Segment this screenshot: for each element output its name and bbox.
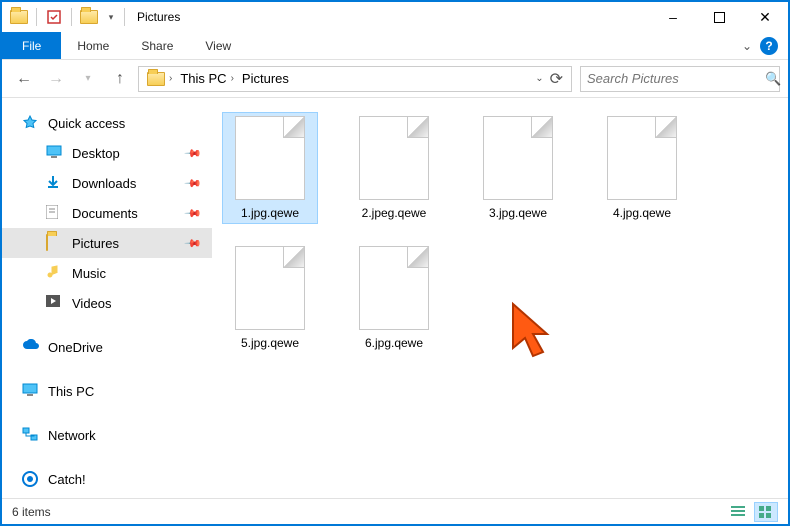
- sidebar-item-label: Downloads: [72, 176, 136, 191]
- help-icon[interactable]: ?: [760, 37, 778, 55]
- sidebar-item-documents[interactable]: Documents 📌: [2, 198, 212, 228]
- sidebar-item-label: Music: [72, 266, 106, 281]
- view-tab[interactable]: View: [189, 32, 247, 59]
- title-bar: ▾ Pictures – ✕: [2, 2, 788, 32]
- star-icon: [22, 115, 40, 131]
- folder-icon[interactable]: [80, 8, 98, 26]
- file-icon: [235, 246, 305, 330]
- folder-icon: [46, 265, 64, 281]
- sidebar-item-music[interactable]: Music: [2, 258, 212, 288]
- file-item[interactable]: 4.jpg.qewe: [594, 112, 690, 224]
- sidebar-item-label: This PC: [48, 384, 94, 399]
- home-tab[interactable]: Home: [61, 32, 125, 59]
- sidebar-item-label: Videos: [72, 296, 112, 311]
- sidebar-item-label: Documents: [72, 206, 138, 221]
- window-title: Pictures: [129, 10, 180, 24]
- sidebar-quickaccess[interactable]: Quick access: [2, 108, 212, 138]
- folder-icon: [147, 72, 165, 86]
- close-button[interactable]: ✕: [742, 2, 788, 32]
- file-item[interactable]: 6.jpg.qewe: [346, 242, 442, 354]
- folder-icon: [46, 295, 64, 311]
- folder-icon: [46, 145, 64, 161]
- folder-icon: [46, 175, 64, 191]
- sidebar-item-pictures[interactable]: Pictures 📌: [2, 228, 212, 258]
- address-bar: ← → ▾ ↑ › This PC › Pictures ⌄ ⟳ 🔍: [2, 60, 788, 98]
- refresh-icon[interactable]: ⟳: [550, 69, 563, 89]
- file-item[interactable]: 3.jpg.qewe: [470, 112, 566, 224]
- folder-icon: [46, 235, 64, 251]
- file-item[interactable]: 1.jpg.qewe: [222, 112, 318, 224]
- catch-icon: [22, 471, 40, 487]
- search-input[interactable]: [587, 71, 765, 86]
- qat-dropdown-icon[interactable]: ▾: [102, 8, 120, 26]
- search-icon[interactable]: 🔍: [765, 71, 781, 87]
- file-icon: [235, 116, 305, 200]
- icons-view-button[interactable]: [754, 502, 778, 522]
- file-name: 4.jpg.qewe: [613, 206, 671, 220]
- ribbon-expand-icon[interactable]: ⌄: [742, 39, 752, 53]
- separator: [71, 8, 72, 26]
- file-icon: [483, 116, 553, 200]
- search-box[interactable]: 🔍: [580, 66, 780, 92]
- sidebar-item-label: Network: [48, 428, 96, 443]
- ribbon: File Home Share View ⌄ ?: [2, 32, 788, 60]
- breadcrumb-segment[interactable]: This PC: [180, 71, 226, 86]
- sidebar-item-desktop[interactable]: Desktop 📌: [2, 138, 212, 168]
- file-tab[interactable]: File: [2, 32, 61, 59]
- up-button[interactable]: ↑: [106, 65, 134, 93]
- minimize-button[interactable]: –: [650, 2, 696, 32]
- window-controls: – ✕: [650, 2, 788, 32]
- file-icon: [607, 116, 677, 200]
- recent-dropdown[interactable]: ▾: [74, 65, 102, 93]
- status-bar: 6 items: [2, 498, 788, 524]
- main-area: Quick access Desktop📌Downloads📌Documents…: [2, 98, 788, 498]
- file-name: 1.jpg.qewe: [241, 206, 299, 220]
- cloud-icon: [22, 339, 40, 355]
- chevron-right-icon: ›: [231, 73, 234, 84]
- breadcrumb-segment[interactable]: Pictures: [242, 71, 289, 86]
- sidebar-item-label: Quick access: [48, 116, 125, 131]
- pc-icon: [22, 383, 40, 399]
- file-name: 3.jpg.qewe: [489, 206, 547, 220]
- sidebar-item-downloads[interactable]: Downloads 📌: [2, 168, 212, 198]
- quick-access-toolbar: ▾: [2, 8, 120, 26]
- file-name: 6.jpg.qewe: [365, 336, 423, 350]
- file-icon: [359, 116, 429, 200]
- forward-button[interactable]: →: [42, 65, 70, 93]
- back-button[interactable]: ←: [10, 65, 38, 93]
- file-icon: [359, 246, 429, 330]
- navigation-pane: Quick access Desktop📌Downloads📌Documents…: [2, 98, 212, 498]
- sidebar-onedrive[interactable]: OneDrive: [2, 332, 212, 362]
- pin-icon: 📌: [184, 144, 203, 163]
- sidebar-item-label: Desktop: [72, 146, 120, 161]
- sidebar-thispc[interactable]: This PC: [2, 376, 212, 406]
- properties-icon[interactable]: [45, 8, 63, 26]
- sidebar-item-label: Catch!: [48, 472, 86, 487]
- sidebar-item-label: Pictures: [72, 236, 119, 251]
- network-icon: [22, 427, 40, 443]
- file-name: 2.jpeg.qewe: [362, 206, 427, 220]
- sidebar-item-videos[interactable]: Videos: [2, 288, 212, 318]
- pin-icon: 📌: [184, 204, 203, 223]
- separator: [36, 8, 37, 26]
- share-tab[interactable]: Share: [125, 32, 189, 59]
- file-item[interactable]: 2.jpeg.qewe: [346, 112, 442, 224]
- breadcrumb[interactable]: › This PC › Pictures ⌄ ⟳: [138, 66, 572, 92]
- pin-icon: 📌: [184, 174, 203, 193]
- maximize-button[interactable]: [696, 2, 742, 32]
- file-name: 5.jpg.qewe: [241, 336, 299, 350]
- chevron-right-icon: ›: [169, 73, 172, 84]
- sidebar-catch[interactable]: Catch!: [2, 464, 212, 494]
- item-count: 6 items: [12, 505, 51, 519]
- details-view-button[interactable]: [726, 502, 750, 522]
- file-item[interactable]: 5.jpg.qewe: [222, 242, 318, 354]
- breadcrumb-dropdown-icon[interactable]: ⌄: [535, 73, 543, 84]
- sidebar-item-label: OneDrive: [48, 340, 103, 355]
- folder-icon: [46, 205, 64, 221]
- pin-icon: 📌: [184, 234, 203, 253]
- sidebar-network[interactable]: Network: [2, 420, 212, 450]
- file-pane[interactable]: 1.jpg.qewe 2.jpeg.qewe 3.jpg.qewe 4.jpg.qew…: [212, 98, 788, 498]
- folder-icon: [10, 8, 28, 26]
- separator: [124, 8, 125, 26]
